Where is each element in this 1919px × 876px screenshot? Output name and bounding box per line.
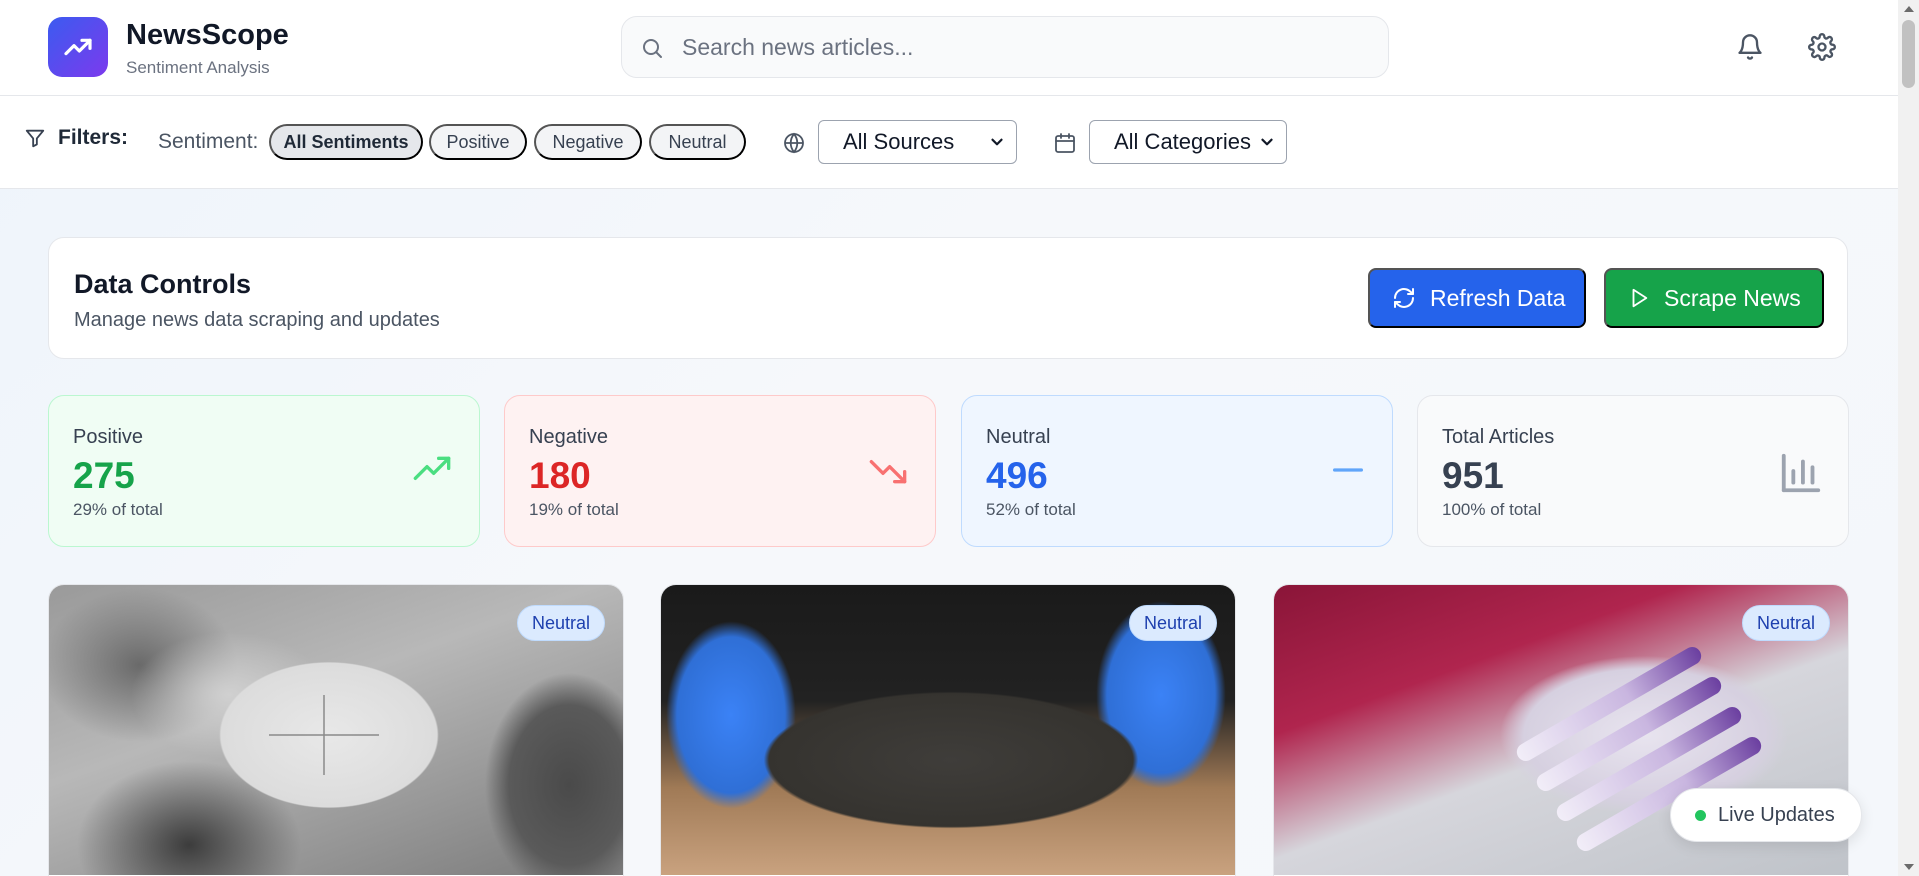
search-input[interactable] (682, 17, 1372, 77)
stat-title: Positive (73, 426, 144, 448)
category-select-value: All Categories (1114, 129, 1251, 154)
chevron-down-icon (1261, 138, 1273, 146)
data-controls-panel: Data Controls Manage news data scraping … (48, 237, 1848, 359)
stat-card-positive: Positive 275 29% of total (48, 395, 480, 547)
filters-heading: Filters: (24, 126, 128, 150)
source-select[interactable]: All Sources (818, 120, 1017, 164)
stat-title: Total Articles (1442, 426, 1555, 448)
minus-icon (1333, 468, 1363, 472)
article-card[interactable]: Neutral (48, 584, 624, 876)
refresh-icon (1394, 288, 1414, 308)
scrollbar-thumb[interactable] (1902, 20, 1915, 88)
category-select[interactable]: All Categories (1089, 120, 1287, 164)
scrape-news-button[interactable]: Scrape News (1604, 268, 1824, 328)
stat-title: Negative (529, 426, 608, 448)
chevron-down-icon (991, 138, 1003, 146)
stat-card-negative: Negative 180 19% of total (504, 395, 936, 547)
live-updates-indicator[interactable]: Live Updates (1670, 788, 1862, 842)
scroll-up-arrow-icon[interactable] (1904, 6, 1914, 12)
live-status-dot (1695, 809, 1706, 821)
stat-value: 275 (73, 455, 135, 496)
sentiment-badge: Neutral (1128, 605, 1217, 641)
sentiment-pill-positive[interactable]: Positive (429, 124, 527, 160)
data-controls-subtitle: Manage news data scraping and updates (74, 309, 440, 331)
page-scrollbar[interactable] (1898, 0, 1919, 876)
stat-value: 496 (986, 455, 1048, 496)
stat-card-neutral: Neutral 496 52% of total (961, 395, 1393, 547)
globe-icon (784, 132, 804, 154)
bar-chart-icon (1781, 453, 1821, 493)
filter-icon (25, 129, 45, 148)
stat-percentage: 29% of total (73, 500, 163, 519)
data-controls-title: Data Controls (74, 269, 252, 299)
app-subtitle: Sentiment Analysis (126, 58, 270, 77)
app-logo[interactable] (48, 17, 108, 77)
app-page: NewsScope Sentiment Analysis Search news… (0, 0, 1898, 876)
settings-button[interactable] (1805, 30, 1839, 64)
play-icon (1632, 288, 1648, 308)
calendar-icon (1055, 133, 1075, 153)
scrape-news-label: Scrape News (1664, 284, 1801, 311)
filters-label: Filters: (58, 126, 129, 149)
sentiment-pill-negative[interactable]: Negative (534, 124, 642, 160)
search-box[interactable] (621, 16, 1389, 78)
app-title: NewsScope (126, 19, 289, 51)
sentiment-pill-neutral[interactable]: Neutral (649, 124, 746, 160)
live-updates-label: Live Updates (1718, 803, 1835, 826)
bell-icon (1738, 34, 1762, 60)
sentiment-pill-all[interactable]: All Sentiments (269, 124, 423, 160)
article-card[interactable]: Neutral (660, 584, 1236, 876)
trending-up-icon (413, 456, 451, 480)
trending-up-icon (64, 38, 92, 56)
stat-value: 180 (529, 455, 591, 496)
notifications-button[interactable] (1733, 30, 1767, 64)
search-icon (643, 39, 662, 58)
top-header: NewsScope Sentiment Analysis (0, 0, 1898, 96)
crosshair-icon (269, 695, 379, 775)
sentiment-label: Sentiment: (158, 130, 259, 153)
stat-card-total: Total Articles 951 100% of total (1417, 395, 1849, 547)
filter-bar: Filters: Sentiment: All Sentiments Posit… (0, 96, 1898, 189)
sentiment-badge: Neutral (1741, 605, 1830, 641)
stat-percentage: 52% of total (986, 500, 1076, 519)
sentiment-badge: Neutral (516, 605, 605, 641)
stat-percentage: 100% of total (1442, 500, 1542, 519)
stat-value: 951 (1442, 455, 1504, 496)
source-select-value: All Sources (843, 129, 955, 154)
refresh-data-button[interactable]: Refresh Data (1368, 268, 1586, 328)
refresh-data-label: Refresh Data (1430, 284, 1566, 311)
trending-down-icon (869, 460, 907, 484)
gear-icon (1808, 33, 1836, 61)
scroll-down-arrow-icon[interactable] (1904, 864, 1914, 870)
stat-title: Neutral (986, 426, 1051, 448)
stat-percentage: 19% of total (529, 500, 619, 519)
